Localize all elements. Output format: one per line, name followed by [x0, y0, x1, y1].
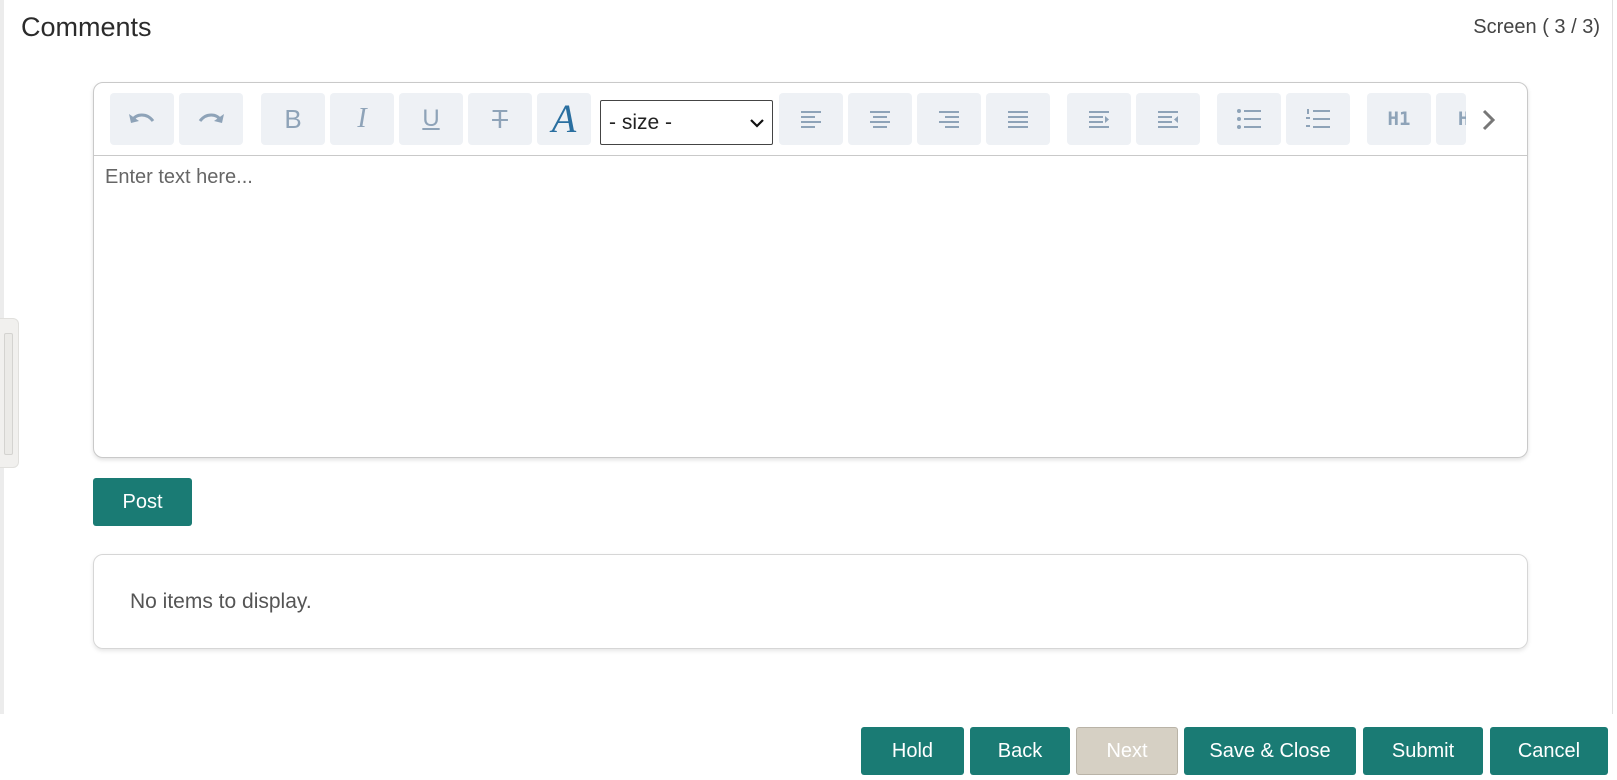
chevron-down-icon [750, 118, 764, 128]
strikethrough-icon: T [492, 104, 508, 134]
rich-text-editor: B I U T A - size - H1 Enter text here... [93, 82, 1528, 458]
align-center-button[interactable] [848, 93, 912, 145]
align-justify-button[interactable] [986, 93, 1050, 145]
next-button[interactable]: Next [1076, 727, 1178, 775]
italic-button[interactable]: I [330, 93, 394, 145]
save-close-button[interactable]: Save & Close [1184, 727, 1356, 775]
align-left-icon [801, 111, 821, 128]
comments-list: No items to display. [93, 554, 1528, 649]
h1-icon: H1 [1387, 107, 1411, 130]
indent-icon [1089, 111, 1109, 128]
undo-button[interactable] [110, 93, 174, 145]
underline-icon: U [422, 105, 440, 132]
font-button[interactable]: A [537, 93, 591, 145]
heading-2-button[interactable]: H [1436, 93, 1466, 145]
empty-message: No items to display. [130, 590, 312, 613]
redo-button[interactable] [179, 93, 243, 145]
outdent-icon [1158, 111, 1178, 128]
submit-button[interactable]: Submit [1363, 727, 1483, 775]
underline-button[interactable]: U [399, 93, 463, 145]
bullet-list-icon [1237, 109, 1261, 129]
align-left-button[interactable] [779, 93, 843, 145]
comment-text-area[interactable]: Enter text here... [94, 156, 1527, 457]
cancel-button[interactable]: Cancel [1490, 727, 1608, 775]
h2-icon: H [1458, 109, 1466, 129]
toolbar-scroll-right[interactable] [1474, 105, 1504, 135]
comment-placeholder: Enter text here... [105, 166, 253, 188]
numbered-list-icon [1306, 109, 1330, 128]
heading-1-button[interactable]: H1 [1367, 93, 1431, 145]
bold-button[interactable]: B [261, 93, 325, 145]
hold-button[interactable]: Hold [861, 727, 964, 775]
italic-icon: I [357, 103, 367, 134]
post-button[interactable]: Post [93, 478, 192, 526]
side-panel-handle[interactable] [0, 318, 19, 468]
outdent-button[interactable] [1136, 93, 1200, 145]
bullet-list-button[interactable] [1217, 93, 1281, 145]
right-edge [1612, 0, 1613, 714]
align-right-icon [939, 111, 959, 128]
align-right-button[interactable] [917, 93, 981, 145]
indent-button[interactable] [1067, 93, 1131, 145]
page-title: Comments [21, 12, 152, 42]
strikethrough-button[interactable]: T [468, 93, 532, 145]
align-center-icon [870, 111, 890, 128]
font-size-value: - size - [609, 110, 672, 134]
screen-counter: Screen ( 3 / 3) [1473, 16, 1600, 38]
editor-toolbar: B I U T A - size - H1 [94, 83, 1527, 156]
bold-icon: B [284, 104, 302, 134]
back-button[interactable]: Back [970, 727, 1070, 775]
font-size-select[interactable]: - size - [600, 100, 773, 145]
side-panel-grip [4, 333, 13, 455]
redo-icon [198, 113, 224, 123]
chevron-right-icon [1482, 109, 1496, 131]
align-justify-icon [1008, 111, 1028, 128]
font-icon: A [551, 96, 577, 141]
numbered-list-button[interactable] [1286, 93, 1350, 145]
undo-icon [129, 113, 155, 123]
